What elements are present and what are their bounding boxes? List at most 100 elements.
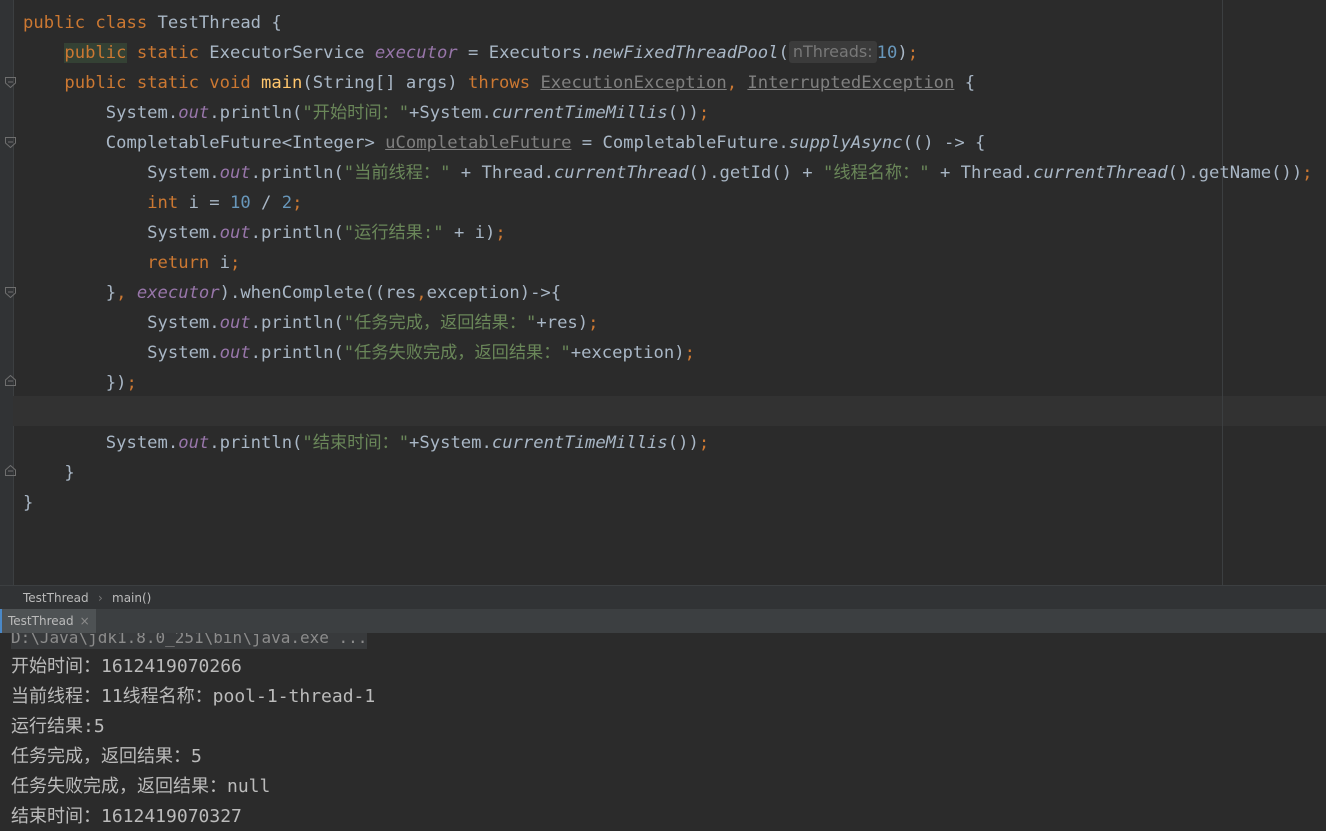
code-token: TestThread {: [157, 13, 282, 33]
code-token: currentThread: [553, 163, 689, 183]
code-token: InterruptedException: [747, 73, 955, 93]
code-token: (() -> {: [902, 133, 986, 153]
code-line[interactable]: public class TestThread {: [23, 8, 1313, 38]
code-token: "结束时间：": [302, 433, 410, 453]
code-token: + Thread.: [929, 163, 1034, 183]
code-token: ;: [229, 253, 241, 273]
code-line[interactable]: System.out.println("任务失败完成，返回结果："+except…: [23, 338, 1313, 368]
code-token: ;: [292, 193, 303, 213]
breadcrumb-class[interactable]: TestThread: [23, 586, 89, 610]
code-token: "线程名称：": [822, 163, 930, 183]
code-line[interactable]: System.out.println("运行结果:" + i);: [23, 218, 1313, 248]
code-token: exception)->{: [426, 283, 562, 303]
code-token: .println(: [209, 103, 303, 123]
code-token: +System.: [409, 103, 492, 123]
code-line[interactable]: }: [23, 458, 1313, 488]
run-tab-label: TestThread: [8, 614, 74, 628]
code-token: ;: [1302, 163, 1313, 183]
code-token: newFixedThreadPool: [592, 43, 779, 63]
code-lines[interactable]: public class TestThread { public static …: [23, 8, 1313, 518]
code-token: return: [147, 253, 220, 273]
code-token: .println(: [250, 313, 344, 333]
code-line[interactable]: System.out.println("当前线程：" + Thread.curr…: [23, 158, 1313, 188]
code-token: out: [219, 223, 251, 243]
code-line[interactable]: }, executor).whenComplete((res,exception…: [23, 278, 1313, 308]
code-token: static: [126, 43, 210, 63]
code-token: executor: [136, 283, 220, 303]
code-line[interactable]: });: [23, 368, 1313, 398]
console-output-line: 任务完成，返回结果：5: [11, 746, 202, 767]
code-token: ExecutionException: [540, 73, 727, 93]
run-tab[interactable]: TestThread ×: [0, 609, 96, 633]
code-token: "当前线程：": [343, 163, 451, 183]
code-token: out: [178, 433, 210, 453]
code-token: currentThread: [1033, 163, 1168, 183]
code-token: ;: [698, 103, 710, 123]
code-token: ,: [416, 283, 427, 303]
code-token: .println(: [250, 343, 344, 363]
code-line[interactable]: int i = 10 / 2;: [23, 188, 1313, 218]
code-token: +res): [536, 313, 589, 333]
code-line[interactable]: public static ExecutorService executor =…: [23, 38, 1313, 68]
code-token: }): [23, 373, 127, 393]
parameter-hint: nThreads:: [788, 41, 877, 63]
close-icon[interactable]: ×: [80, 614, 90, 628]
fold-end-icon[interactable]: [5, 465, 16, 476]
code-token: ): [897, 43, 908, 63]
code-token: System.: [23, 103, 179, 123]
code-line[interactable]: System.out.println("开始时间："+System.curren…: [23, 98, 1313, 128]
code-line[interactable]: return i;: [23, 248, 1313, 278]
code-token: "开始时间：": [302, 103, 410, 123]
fold-icon[interactable]: [5, 137, 16, 148]
code-token: }: [23, 283, 117, 303]
fold-icon[interactable]: [5, 77, 16, 88]
console-output-line: 开始时间：1612419070266: [11, 656, 242, 677]
code-token: 2: [281, 193, 293, 213]
code-token: "任务完成，返回结果：": [343, 313, 537, 333]
code-line[interactable]: System.out.println("任务完成，返回结果："+res);: [23, 308, 1313, 338]
code-token: System.: [23, 343, 220, 363]
code-token: "运行结果:": [343, 223, 444, 243]
code-token: System.: [23, 433, 179, 453]
code-token: CompletableFuture<Integer>: [23, 133, 386, 153]
code-token: System.: [23, 163, 220, 183]
code-token: executor: [374, 43, 458, 63]
fold-end-icon[interactable]: [5, 375, 16, 386]
code-line[interactable]: CompletableFuture<Integer> uCompletableF…: [23, 128, 1313, 158]
console-output-line: 任务失败完成，返回结果：null: [11, 776, 271, 797]
code-token: ()): [667, 433, 699, 453]
code-token: "任务失败完成，返回结果：": [343, 343, 571, 363]
code-token: ()): [667, 103, 699, 123]
code-token: uCompletableFuture: [385, 133, 572, 153]
code-token: currentTimeMillis: [491, 433, 668, 453]
code-token: public class: [23, 13, 158, 33]
code-token: ;: [495, 223, 506, 243]
code-token: 10: [876, 43, 898, 63]
code-token: out: [219, 163, 251, 183]
code-token: out: [219, 313, 251, 333]
code-token: .println(: [250, 223, 344, 243]
breadcrumb-separator: ›: [98, 591, 103, 605]
code-token: = CompletableFuture.: [571, 133, 789, 153]
code-token: = Executors.: [457, 43, 593, 63]
code-line[interactable]: }: [23, 488, 1313, 518]
code-token: (: [778, 43, 789, 63]
code-line[interactable]: System.out.println("结束时间："+System.curren…: [23, 428, 1313, 458]
code-token: + i): [443, 223, 496, 243]
code-token: out: [219, 343, 251, 363]
console-command-line[interactable]: D:\Java\jdk1.8.0_251\bin\java.exe ...: [11, 633, 368, 649]
code-token: throws: [468, 73, 541, 93]
code-token: i: [219, 253, 230, 273]
code-line[interactable]: [23, 398, 1313, 428]
run-console[interactable]: D:\Java\jdk1.8.0_251\bin\java.exe ... 开始…: [0, 633, 1326, 831]
code-token: }: [23, 493, 34, 513]
breadcrumb-method[interactable]: main(): [112, 586, 151, 610]
console-output-line: 结束时间：1612419070327: [11, 806, 242, 827]
fold-icon[interactable]: [5, 287, 16, 298]
code-token: {: [954, 73, 976, 93]
code-editor[interactable]: public class TestThread { public static …: [0, 0, 1326, 585]
code-token: i =: [188, 193, 230, 213]
code-token: (String[] args): [302, 73, 468, 93]
code-line[interactable]: public static void main(String[] args) t…: [23, 68, 1313, 98]
